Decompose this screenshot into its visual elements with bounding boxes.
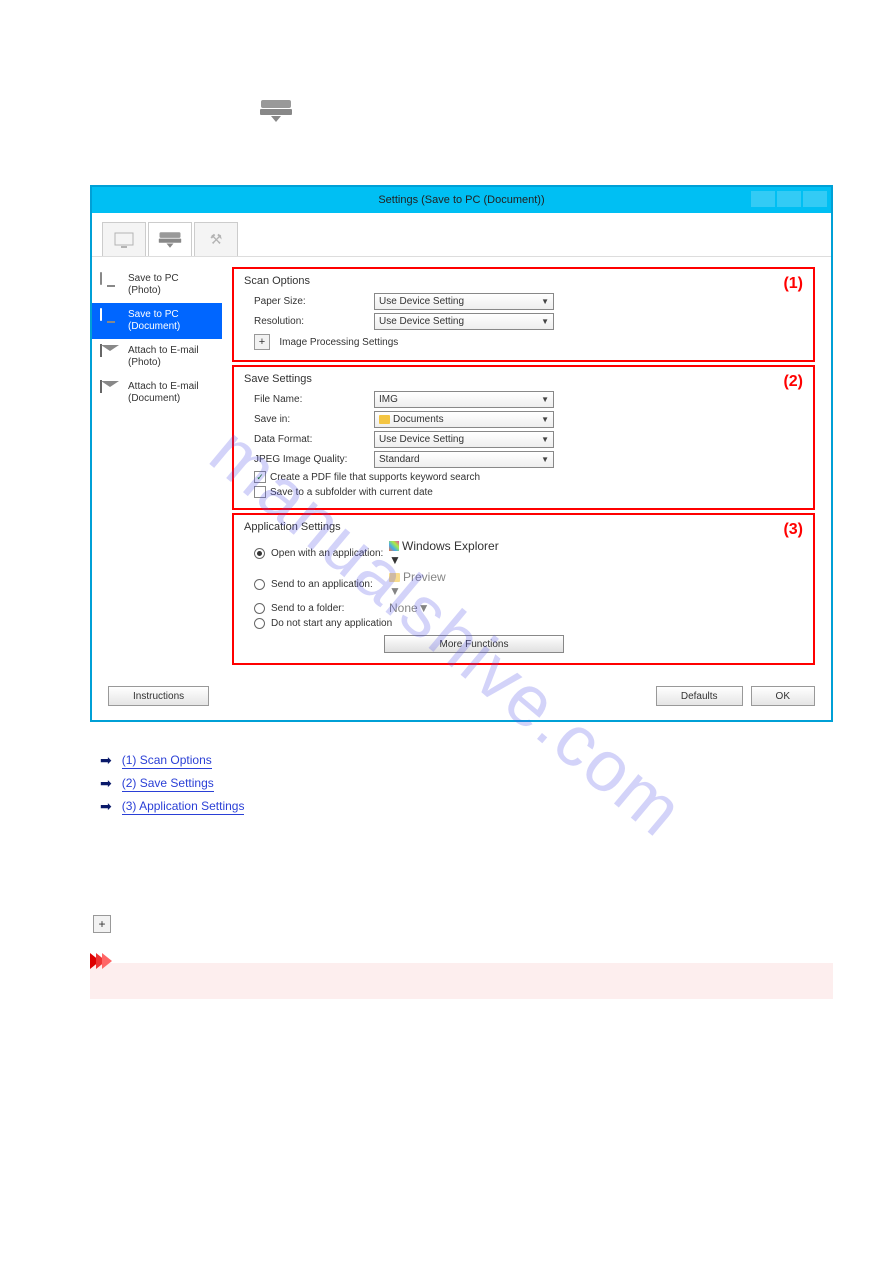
sidebar-label: Attach to E-mail (Document) <box>128 381 199 405</box>
instructions-button[interactable]: Instructions <box>108 686 209 706</box>
marker-2: (2) <box>783 373 803 391</box>
important-note <box>90 963 833 999</box>
bullet-link-2[interactable]: (2) Save Settings <box>122 776 214 792</box>
app-title: Application Settings <box>244 521 803 533</box>
savein-label: Save in: <box>244 414 374 425</box>
close-button[interactable] <box>803 191 827 207</box>
pdf-checkbox[interactable]: ✓ <box>254 471 266 483</box>
plus-icon-inline: + <box>93 915 111 933</box>
send-app-dropdown[interactable]: Preview▼ <box>389 570 446 598</box>
open-app-label: Open with an application: <box>271 548 389 559</box>
format-dropdown[interactable]: Use Device Setting▼ <box>374 431 554 448</box>
chevron-down-icon: ▼ <box>389 553 401 567</box>
send-folder-dropdown[interactable]: None▼ <box>389 601 430 615</box>
body-text: + <box>90 915 833 933</box>
chevron-down-icon: ▼ <box>418 601 430 615</box>
window-titlebar: Settings (Save to PC (Document)) <box>92 187 831 213</box>
savein-dropdown[interactable]: Documents▼ <box>374 411 554 428</box>
sidebar-label: Save to PC (Photo) <box>128 273 179 297</box>
maximize-button[interactable] <box>777 191 801 207</box>
jpeg-dropdown[interactable]: Standard▼ <box>374 451 554 468</box>
sidebar-item-document[interactable]: Save to PC (Document) <box>92 303 222 339</box>
subfolder-checkbox[interactable] <box>254 486 266 498</box>
radio-send-app[interactable] <box>254 579 265 590</box>
radio-send-folder[interactable] <box>254 603 265 614</box>
save-settings-box: (2) Save Settings File Name: IMG▼ Save i… <box>232 365 815 510</box>
open-app-dropdown[interactable]: Windows Explorer▼ <box>389 539 499 567</box>
tab-device-active[interactable] <box>148 222 192 256</box>
device-download-icon <box>159 232 181 247</box>
save-title: Save Settings <box>244 373 803 385</box>
preview-icon <box>389 573 400 582</box>
marker-1: (1) <box>783 275 803 293</box>
sidebar: Save to PC (Photo) Save to PC (Document)… <box>92 257 222 678</box>
scan-options-box: (1) Scan Options Paper Size: Use Device … <box>232 267 815 362</box>
tab-tools[interactable]: ⚒ <box>194 222 238 256</box>
filename-label: File Name: <box>244 394 374 405</box>
image-processing-label: Image Processing Settings <box>279 337 398 348</box>
scan-title: Scan Options <box>244 275 803 287</box>
folder-icon <box>379 415 390 424</box>
chevron-important-icon <box>90 953 108 969</box>
resolution-dropdown[interactable]: Use Device Setting▼ <box>374 313 554 330</box>
jpeg-label: JPEG Image Quality: <box>244 454 374 465</box>
chevron-down-icon: ▼ <box>541 415 549 424</box>
window-title: Settings (Save to PC (Document)) <box>378 194 544 206</box>
ok-button[interactable]: OK <box>751 686 815 706</box>
expand-image-processing[interactable]: + <box>254 334 270 350</box>
tab-strip: ⚒ <box>92 213 831 257</box>
monitor-icon <box>114 232 134 248</box>
radio-no-app[interactable] <box>254 618 265 629</box>
format-label: Data Format: <box>244 434 374 445</box>
chevron-down-icon: ▼ <box>541 435 549 444</box>
send-folder-label: Send to a folder: <box>271 603 389 614</box>
chevron-down-icon: ▼ <box>541 317 549 326</box>
app-settings-box: (3) Application Settings Open with an ap… <box>232 513 815 665</box>
no-app-label: Do not start any application <box>271 618 392 629</box>
bullet-links: ➡ (1) Scan Options ➡ (2) Save Settings ➡… <box>100 752 833 815</box>
sidebar-item-email-doc[interactable]: Attach to E-mail (Document) <box>92 375 222 411</box>
marker-3: (3) <box>783 521 803 539</box>
arrow-icon: ➡ <box>100 775 112 792</box>
explorer-icon <box>389 541 399 551</box>
minimize-button[interactable] <box>751 191 775 207</box>
subfolder-checkbox-label: Save to a subfolder with current date <box>270 487 433 498</box>
settings-window: Settings (Save to PC (Document)) ⚒ <box>90 185 833 722</box>
bullet-link-1[interactable]: (1) Scan Options <box>122 753 212 769</box>
resolution-label: Resolution: <box>244 316 374 327</box>
bottom-bar: Instructions Defaults OK <box>92 678 831 710</box>
defaults-button[interactable]: Defaults <box>656 686 743 706</box>
pdf-checkbox-label: Create a PDF file that supports keyword … <box>270 472 480 483</box>
paper-size-dropdown[interactable]: Use Device Setting▼ <box>374 293 554 310</box>
chevron-down-icon: ▼ <box>389 584 401 598</box>
chevron-down-icon: ▼ <box>541 455 549 464</box>
tab-pc[interactable] <box>102 222 146 256</box>
arrow-icon: ➡ <box>100 798 112 815</box>
device-icon-top <box>260 100 833 125</box>
sidebar-label: Attach to E-mail (Photo) <box>128 345 199 369</box>
filename-input[interactable]: IMG▼ <box>374 391 554 408</box>
content-panels: (1) Scan Options Paper Size: Use Device … <box>222 257 831 678</box>
mail-icon <box>100 345 122 363</box>
mail-icon <box>100 381 122 399</box>
sidebar-item-email-photo[interactable]: Attach to E-mail (Photo) <box>92 339 222 375</box>
send-app-label: Send to an application: <box>271 579 389 590</box>
sidebar-label: Save to PC (Document) <box>128 309 180 333</box>
chevron-down-icon: ▼ <box>541 297 549 306</box>
arrow-icon: ➡ <box>100 752 112 769</box>
download-device-icon <box>260 100 292 122</box>
tools-icon: ⚒ <box>210 231 223 248</box>
chevron-down-icon: ▼ <box>541 395 549 404</box>
more-functions-button[interactable]: More Functions <box>384 635 564 653</box>
bullet-link-3[interactable]: (3) Application Settings <box>122 799 245 815</box>
radio-open-app[interactable] <box>254 548 265 559</box>
sidebar-item-photo[interactable]: Save to PC (Photo) <box>92 267 222 303</box>
pc-icon <box>100 309 122 327</box>
paper-size-label: Paper Size: <box>244 296 374 307</box>
pc-icon <box>100 273 122 291</box>
